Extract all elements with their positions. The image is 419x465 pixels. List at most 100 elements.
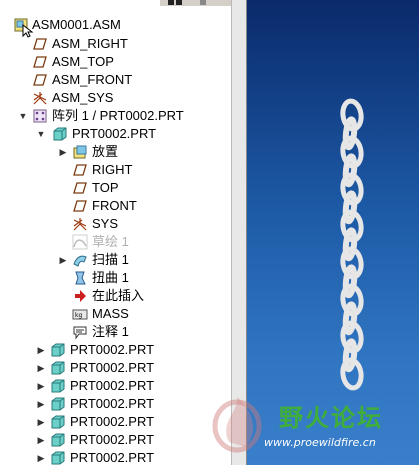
tree-settings-button[interactable] <box>168 0 174 5</box>
tree-item-feature[interactable]: kg MASS <box>58 305 226 323</box>
expand-arrow-icon[interactable]: ▶ <box>58 251 68 269</box>
tree-item-label: TOP <box>92 180 119 195</box>
tree-item-datum-plane[interactable]: ASM_TOP <box>32 53 226 71</box>
tree-item-label: PRT0002.PRT <box>70 360 155 375</box>
tree-item-label: 扫描 1 <box>92 252 129 267</box>
annotation-icon <box>73 326 87 340</box>
part-icon <box>51 397 65 411</box>
datum-plane-icon <box>73 164 87 176</box>
tree-item-label: FRONT <box>92 198 137 213</box>
tree-item-label: PRT0002.PRT <box>70 396 155 411</box>
tree-item-label: PRT0002.PRT <box>70 432 155 447</box>
part-icon <box>51 451 65 465</box>
tree-item-feature[interactable]: 扭曲 1 <box>58 269 226 287</box>
insert-here-arrow-icon <box>75 290 86 302</box>
tree-item-part-expanded[interactable]: ▼ PRT0002.PRT <box>36 125 226 143</box>
part-icon <box>51 361 65 375</box>
collapse-arrow-icon[interactable]: ▼ <box>18 107 28 125</box>
tree-item-label: ASM_TOP <box>52 54 114 69</box>
tree-item-label: SYS <box>92 216 119 231</box>
tree-item-label: ASM_SYS <box>52 90 114 105</box>
tree-item-part-collapsed[interactable]: ▶ PRT0002.PRT <box>36 449 226 465</box>
tree-item-label: MASS <box>92 306 129 321</box>
datum-plane-icon <box>73 182 87 194</box>
expand-arrow-icon[interactable]: ▶ <box>36 377 46 395</box>
tree-item-label: PRT0002.PRT <box>72 126 157 141</box>
tree-item-part-collapsed[interactable]: ▶ PRT0002.PRT <box>36 341 226 359</box>
pattern-icon <box>33 109 47 123</box>
expand-arrow-icon[interactable]: ▶ <box>36 413 46 431</box>
tree-item-feature[interactable]: 草绘 1 <box>58 233 226 251</box>
coordinate-system-icon <box>33 92 47 105</box>
tree-item-label: PRT0002.PRT <box>70 342 155 357</box>
tree-item-datum-plane[interactable]: ASM_RIGHT <box>32 35 226 53</box>
sweep-icon <box>73 255 87 267</box>
tree-item-label: 在此插入 <box>92 288 145 303</box>
expand-arrow-icon[interactable]: ▶ <box>36 341 46 359</box>
tree-columns-button[interactable] <box>200 0 206 5</box>
tree-item-part-collapsed[interactable]: ▶ PRT0002.PRT <box>36 431 226 449</box>
datum-plane-icon <box>33 74 47 86</box>
tree-item-part-collapsed[interactable]: ▶ PRT0002.PRT <box>36 395 226 413</box>
flame-logo-icon <box>212 397 262 453</box>
tree-item-label: 阵列 1 / PRT0002.PRT <box>52 108 184 123</box>
watermark-title: 野火论坛 <box>279 404 383 432</box>
tree-item-feature[interactable]: ▶ 扫描 1 <box>58 251 226 269</box>
tree-item-label: RIGHT <box>92 162 133 177</box>
expand-arrow-icon[interactable]: ▶ <box>36 431 46 449</box>
tree-item-feature[interactable]: FRONT <box>58 197 226 215</box>
tree-item-csys[interactable]: ASM_SYS <box>32 89 226 107</box>
tree-item-label: PRT0002.PRT <box>70 414 155 429</box>
sketch-icon <box>72 234 88 250</box>
tree-item-feature[interactable]: ▶ 放置 <box>58 143 226 161</box>
coordinate-system-icon <box>73 218 87 231</box>
part-icon <box>51 343 65 357</box>
tree-item-feature[interactable]: RIGHT <box>58 161 226 179</box>
tree-item-part-collapsed[interactable]: ▶ PRT0002.PRT <box>36 377 226 395</box>
tree-item-part-collapsed[interactable]: ▶ PRT0002.PRT <box>36 413 226 431</box>
tree-item-label: 放置 <box>92 144 119 159</box>
expand-arrow-icon[interactable]: ▶ <box>36 449 46 465</box>
expand-arrow-icon[interactable]: ▶ <box>58 143 68 161</box>
tree-item-label: ASM_RIGHT <box>52 36 128 51</box>
svg-text:kg: kg <box>75 312 82 319</box>
datum-plane-icon <box>33 56 47 68</box>
tree-item-label: ASM0001.ASM <box>32 17 121 32</box>
tree-item-feature[interactable]: SYS <box>58 215 226 233</box>
datum-plane-icon <box>73 200 87 212</box>
model-tree-panel: ASM0001.ASM ASM_RIGHT ASM_TOP ASM_FRONT ASM… <box>0 0 231 465</box>
tree-item-datum-plane[interactable]: ASM_FRONT <box>32 71 226 89</box>
part-icon <box>51 415 65 429</box>
mass-parameter-icon: kg <box>72 309 88 320</box>
watermark-url: www.proewildfire.cn <box>264 436 376 449</box>
tree-item-feature[interactable]: TOP <box>58 179 226 197</box>
placement-icon <box>73 145 87 159</box>
part-icon <box>51 379 65 393</box>
part-icon <box>53 127 67 141</box>
watermark: 野火论坛 www.proewildfire.cn <box>209 392 419 465</box>
collapse-arrow-icon[interactable]: ▼ <box>36 125 46 143</box>
tree-item-feature[interactable]: 在此插入 <box>58 287 226 305</box>
tree-toolbar <box>160 0 231 6</box>
tree-item-label: ASM_FRONT <box>52 72 133 87</box>
tree-item-pattern[interactable]: ▼ 阵列 1 / PRT0002.PRT <box>18 107 228 125</box>
tree-item-label: PRT0002.PRT <box>70 450 155 465</box>
tree-filter-button[interactable] <box>176 0 182 5</box>
twist-icon <box>75 271 86 285</box>
tree-item-label: PRT0002.PRT <box>70 378 155 393</box>
expand-arrow-icon[interactable]: ▶ <box>36 395 46 413</box>
expand-arrow-icon[interactable]: ▶ <box>36 359 46 377</box>
tree-item-part-collapsed[interactable]: ▶ PRT0002.PRT <box>36 359 226 377</box>
tree-item-root[interactable]: ASM0001.ASM <box>14 16 224 38</box>
tree-item-label: 注释 1 <box>92 324 129 339</box>
tree-item-feature[interactable]: 注释 1 <box>58 323 226 341</box>
